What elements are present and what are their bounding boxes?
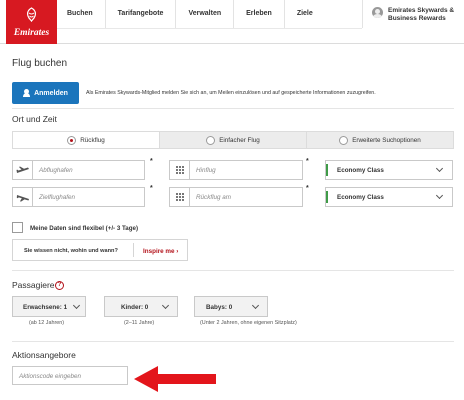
required-mark: * [150,185,153,192]
trip-type-oneway[interactable]: Einfacher Flug [160,131,307,149]
trip-type-tabs: Rückflug Einfacher Flug Erweiterte Sucho… [12,131,454,149]
divider [12,108,454,109]
destination-placeholder: Zielflughafen [39,193,76,201]
required-mark: * [306,158,309,165]
trip-type-return[interactable]: Rückflug [12,131,160,149]
emirates-emblem-icon [27,7,36,22]
children-select[interactable]: Kinder: 0 [104,296,178,317]
babies-note: (Unter 2 Jahren, ohne eigenen Sitzplatz) [200,320,297,326]
calendar-icon [170,161,190,179]
radio-icon [206,135,216,145]
departure-placeholder: Abflughafen [39,166,73,174]
nav-verwalten[interactable]: Verwalten [176,0,235,28]
trip-type-label: Rückflug [80,136,105,144]
nav-divider [57,28,362,29]
chevron-down-icon [72,301,81,310]
user-avatar-icon [372,7,383,18]
destination-airport-input[interactable]: Zielflughafen [12,187,145,207]
nav-tarifangebote[interactable]: Tarifangebote [106,0,177,28]
departure-plane-icon [13,161,33,179]
trip-type-advanced[interactable]: Erweiterte Suchoptionen [307,131,454,149]
help-icon[interactable]: ? [55,281,64,290]
login-button[interactable]: Anmelden [12,82,79,104]
route-section-title: Ort und Zeit [12,114,57,124]
login-button-label: Anmelden [34,89,68,97]
account-line-1: Emirates Skywards & [388,7,455,14]
account-line-2: Business Rewards [388,15,446,22]
account-menu[interactable]: Emirates Skywards & Business Rewards [362,0,464,28]
arrival-plane-icon [13,188,33,206]
cabin-class-value: Economy Class [337,194,384,201]
promo-placeholder: Aktionscode eingeben [19,373,81,380]
calendar-icon [170,188,190,206]
nav-buchen[interactable]: Buchen [57,0,106,28]
promo-code-input[interactable]: Aktionscode eingeben [12,366,128,385]
cabin-class-select-2[interactable]: Economy Class [325,187,453,207]
babies-select[interactable]: Babys: 0 [194,296,268,317]
required-mark: * [150,158,153,165]
site-header: Emirates Buchen Tarifangebote Verwalten … [0,0,464,44]
main-nav: Buchen Tarifangebote Verwalten Erleben Z… [57,0,325,28]
emirates-logo[interactable]: Emirates [6,0,57,44]
babies-value: Babys: 0 [206,304,233,311]
chevron-down-icon [161,301,170,310]
inspire-me-link[interactable]: Inspire me › [143,248,178,255]
cabin-class-select-1[interactable]: Economy Class [325,160,453,180]
chevron-down-icon [435,164,444,173]
radio-icon [339,135,349,145]
divider [12,341,454,342]
adults-value: Erwachsene: 1 [23,304,68,311]
accent-bar [326,191,328,203]
nav-erleben[interactable]: Erleben [234,0,285,28]
page-title: Flug buchen [12,58,68,69]
divider [12,270,454,271]
required-mark: * [306,185,309,192]
trip-type-label: Einfacher Flug [219,136,260,144]
cabin-class-value: Economy Class [337,167,384,174]
departure-airport-input[interactable]: Abflughafen [12,160,145,180]
divider [133,243,134,257]
logo-text: Emirates [13,28,50,38]
flexible-dates-label: Meine Daten sind flexibel (+/- 3 Tage) [30,225,139,232]
red-arrow-annotation [134,366,216,392]
children-note: (2–11 Jahre) [124,320,155,326]
adults-select[interactable]: Erwachsene: 1 [12,296,86,317]
children-value: Kinder: 0 [121,304,149,311]
flexible-dates-checkbox[interactable] [12,222,23,233]
passengers-title: Passagiere [12,280,55,290]
return-date-placeholder: Rückflug am [196,193,231,201]
accent-bar [326,164,328,176]
inspire-box: Sie wissen nicht, wohin und wann? Inspir… [12,239,188,261]
account-label: Emirates Skywards & Business Rewards [388,7,454,23]
inspire-text: Sie wissen nicht, wohin und wann? [24,248,118,254]
trip-type-label: Erweiterte Suchoptionen [352,136,421,144]
chevron-down-icon [251,301,260,310]
promo-title: Aktionsangebore [12,350,76,360]
nav-ziele[interactable]: Ziele [285,0,325,28]
return-date-input[interactable]: Rückflug am [169,187,303,207]
chevron-down-icon [435,191,444,200]
login-hint: Als Emirates Skywards-Mitglied melden Si… [86,90,376,96]
radio-selected-icon [67,135,77,145]
outbound-date-placeholder: Hinflug [196,166,216,174]
outbound-date-input[interactable]: Hinflug [169,160,303,180]
adults-note: (ab 12 Jahren) [29,320,65,326]
user-icon [23,89,31,97]
